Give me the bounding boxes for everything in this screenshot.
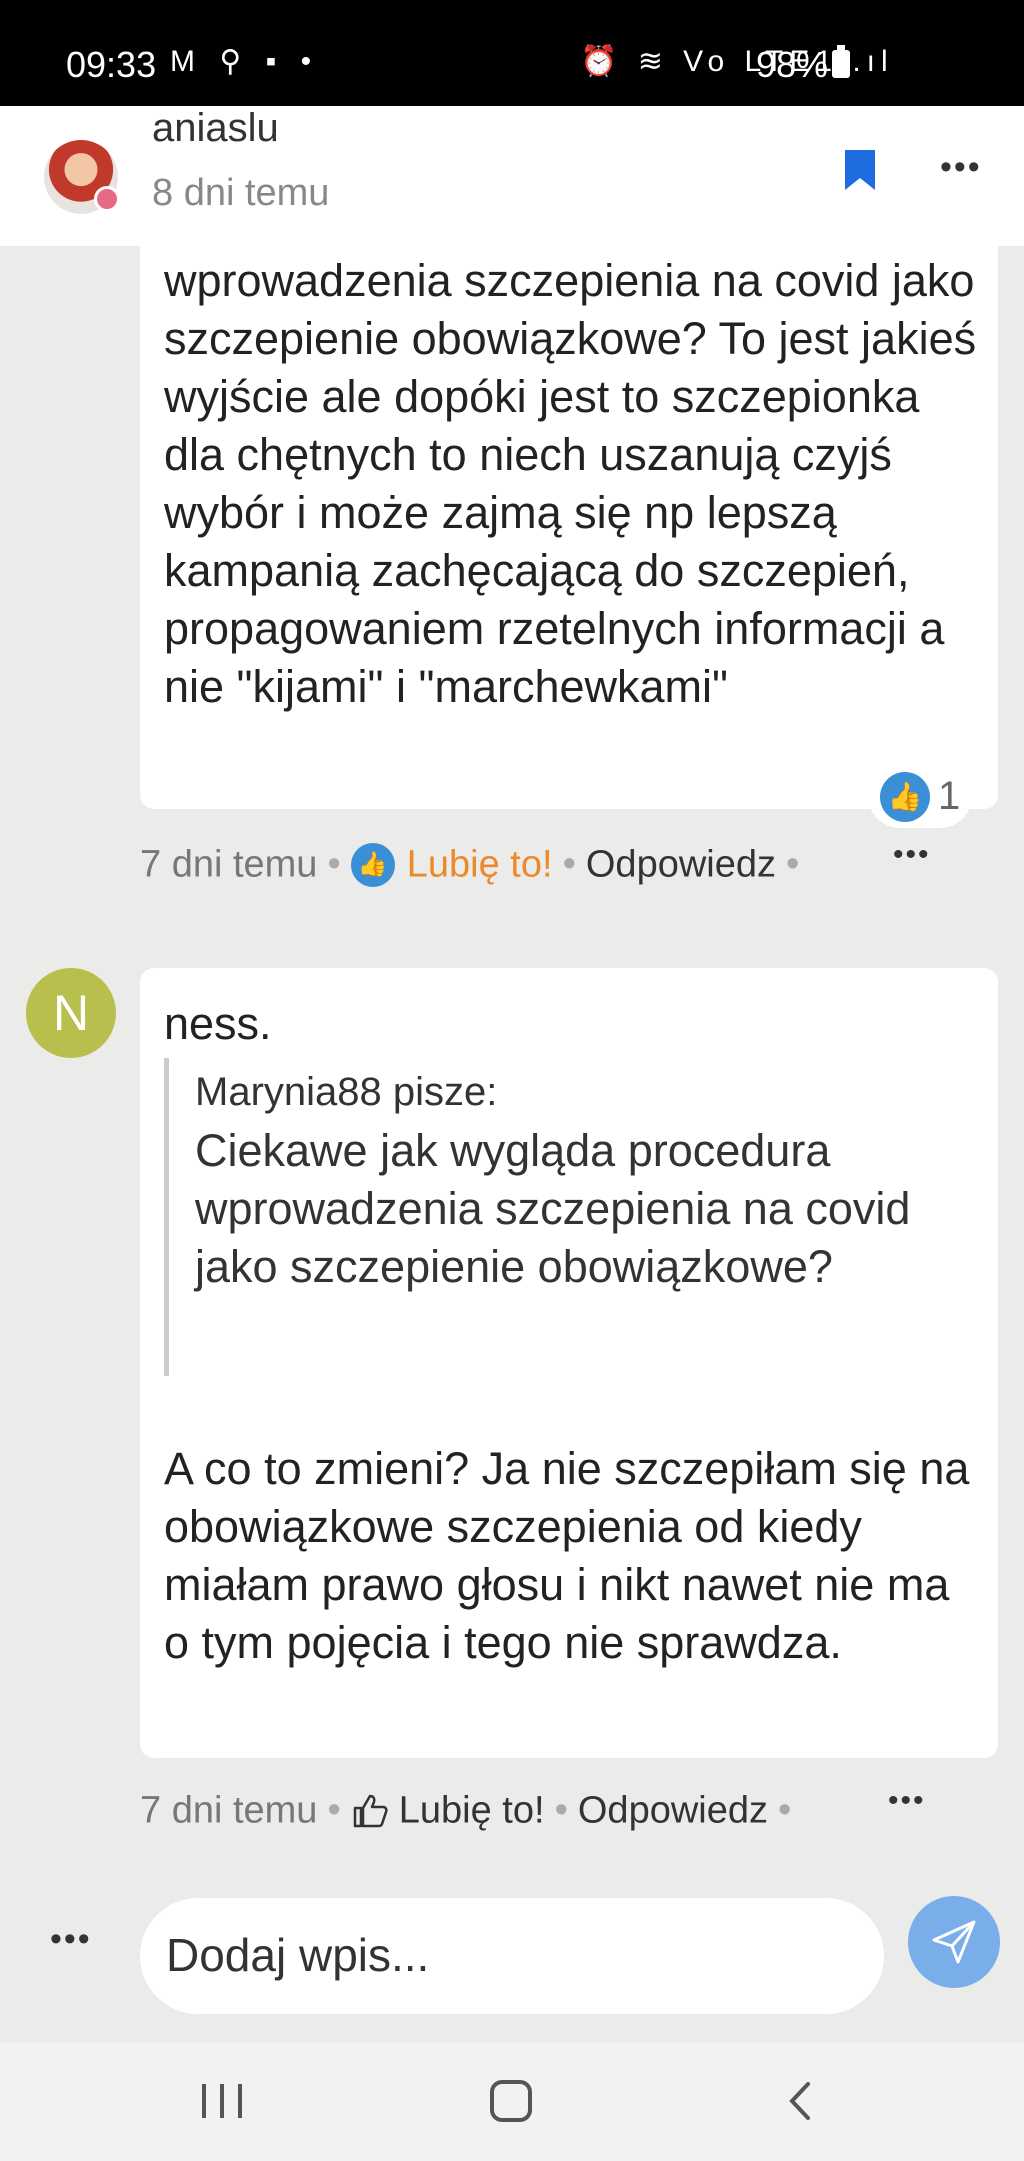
avatar[interactable]: N — [26, 968, 116, 1058]
reply-button[interactable]: Odpowiedz — [578, 1789, 768, 1831]
online-status-icon — [94, 186, 120, 212]
thumbs-up-outline-icon — [353, 1794, 388, 1828]
comment-meta: 7 dni temu • 👍 Lubię to! • Odpowiedz • — [140, 842, 809, 887]
separator-dot: • — [327, 1789, 341, 1832]
comment-card: wprowadzenia szczepienia na covid jako s… — [140, 246, 998, 809]
comment-author[interactable]: ness. — [164, 998, 272, 1050]
comment-meta: 7 dni temu • Lubię to! • Odpowiedz • — [140, 1788, 801, 1832]
notification-icons: M ⚲ ▪ • — [170, 45, 320, 78]
separator-dot: • — [778, 1789, 792, 1832]
home-icon[interactable] — [490, 2080, 532, 2122]
like-count-badge[interactable]: 👍 1 — [868, 764, 972, 828]
reply-button[interactable]: Odpowiedz — [586, 843, 776, 885]
comment-more-button[interactable]: ••• — [888, 1784, 926, 1818]
comment-input[interactable]: Dodaj wpis... — [140, 1898, 884, 2014]
thumbs-up-icon: 👍 — [880, 772, 930, 822]
system-nav-bar — [0, 2042, 1024, 2161]
quote-text: Ciekawe jak wygląda procedura wprowadzen… — [195, 1125, 911, 1292]
comment-input-placeholder: Dodaj wpis... — [166, 1929, 430, 1981]
back-icon[interactable] — [780, 2080, 820, 2122]
send-icon — [932, 1920, 976, 1964]
quote-author: Marynia88 pisze: — [195, 1070, 498, 1114]
like-button[interactable]: Lubię to! — [407, 843, 553, 885]
send-button[interactable] — [908, 1896, 1000, 1988]
comment-time: 7 dni temu — [140, 843, 318, 886]
comment-text: wprowadzenia szczepienia na covid jako s… — [164, 255, 977, 712]
comment-card: ness. Marynia88 pisze: Ciekawe jak wyglą… — [140, 968, 998, 1758]
separator-dot: • — [786, 843, 800, 886]
battery-level: 98% — [756, 44, 829, 85]
battery-icon — [832, 45, 850, 78]
separator-dot: • — [327, 843, 341, 886]
avatar[interactable] — [44, 140, 120, 214]
post-author[interactable]: aniaslu — [152, 106, 279, 151]
recent-apps-icon[interactable] — [200, 2082, 246, 2120]
comment-more-button[interactable]: ••• — [893, 838, 931, 872]
bookmark-icon[interactable] — [845, 150, 875, 190]
separator-dot: • — [562, 843, 576, 886]
post-time: 8 dni temu — [152, 172, 330, 214]
separator-dot: • — [554, 1789, 568, 1832]
status-time: 09:33 — [66, 44, 157, 85]
comment-text: A co to zmieni? Ja nie szczepiłam się na… — [164, 1443, 970, 1668]
like-count: 1 — [938, 774, 961, 818]
more-options-button[interactable]: ••• — [940, 148, 982, 187]
composer-more-button[interactable]: ••• — [50, 1920, 92, 1959]
quote-block: Marynia88 pisze: Ciekawe jak wygląda pro… — [164, 1058, 949, 1376]
like-button[interactable]: Lubię to! — [399, 1789, 545, 1831]
thumbs-up-icon: 👍 — [350, 842, 395, 887]
status-bar: 09:33 M ⚲ ▪ • ⏰ ≋ Vo LTE1 .ıl 98% — [0, 0, 1024, 106]
comment-time: 7 dni temu — [140, 1789, 318, 1832]
